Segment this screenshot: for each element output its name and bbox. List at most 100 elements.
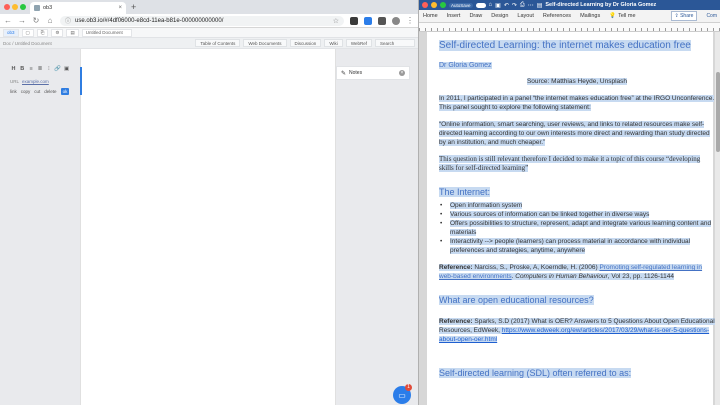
tell-me-label: Tell me [618, 13, 636, 19]
reference-1: Reference: Narciss, S., Proske, A, Koern… [439, 264, 703, 280]
favicon-icon [34, 5, 40, 11]
forward-icon[interactable]: → [18, 16, 26, 25]
link-prefix: URL [10, 79, 20, 84]
image-icon[interactable]: ▣ [63, 65, 70, 73]
document-editor[interactable] [80, 49, 336, 405]
list-item: Various sources of information can be li… [439, 210, 715, 219]
tab-webref[interactable]: WebRef [345, 39, 372, 47]
ob3-logo-button[interactable]: ob3 [3, 28, 19, 37]
tell-me-box[interactable]: 💡 Tell me [609, 13, 635, 19]
close-window-icon[interactable] [4, 4, 10, 10]
document-page[interactable]: Self-directed Learning: the internet mak… [427, 32, 715, 405]
scroll-thumb[interactable] [716, 72, 720, 152]
ob3-workspace: H B ≡ ≣ ⁝ 🔗 ▣ URL example.com link copy … [0, 49, 418, 405]
confirm-button[interactable]: ok [60, 88, 70, 95]
tab-wiki[interactable]: Wiki [324, 39, 343, 47]
search-input[interactable]: Search [375, 39, 415, 47]
list-icon[interactable]: ≣ [37, 65, 44, 73]
align-icon[interactable]: ≡ [28, 65, 35, 73]
doc-tab[interactable]: Untitled Document [81, 28, 132, 37]
ob3-sub-bar: Doc / Untitled Document Table of Content… [0, 38, 418, 49]
address-bar[interactable]: ⓘ use.ob3.io/#/4df06000-e8cd-11ea-b81e-0… [60, 15, 344, 26]
tab-table-of-contents[interactable]: Table of Contents [195, 39, 241, 47]
ob3-toolbar-icon[interactable]: ▤ [66, 28, 79, 37]
word-ribbon-tabs: Home Insert Draw Design Layout Reference… [419, 10, 720, 23]
home-icon[interactable]: ⌂ [489, 2, 493, 8]
minimize-window-icon[interactable] [12, 4, 18, 10]
more-icon[interactable]: ⋯ [528, 2, 534, 9]
comments-button[interactable]: Com [706, 13, 717, 19]
redo-icon[interactable]: ↷ [512, 2, 517, 9]
link-button[interactable]: link [10, 89, 17, 94]
print-icon[interactable]: ⎙ [520, 2, 525, 9]
new-tab-button[interactable]: + [131, 2, 136, 12]
numbered-list-icon[interactable]: ⁝ [45, 65, 52, 73]
notes-label: Notes [349, 70, 363, 76]
tab-web-documents[interactable]: Web Documents [243, 39, 287, 47]
tab-references[interactable]: References [543, 13, 571, 19]
browser-toolbar: ← → ↻ ⌂ ⓘ use.ob3.io/#/4df06000-e8cd-11e… [0, 14, 418, 28]
share-icon: ⇪ [674, 13, 679, 19]
extension-icon[interactable] [378, 16, 386, 25]
ob3-toolbar-icon[interactable]: ⚙ [51, 28, 64, 37]
ob3-toolbar-icon[interactable]: ▢ [21, 28, 34, 37]
extension-icon[interactable] [350, 16, 358, 25]
notes-icon: ✎ [341, 70, 347, 77]
cut-button[interactable]: cut [34, 89, 40, 94]
notes-panel[interactable]: ✎ Notes × [336, 66, 410, 80]
zoom-window-icon[interactable] [20, 4, 26, 10]
close-notes-icon[interactable]: × [399, 70, 405, 76]
list-item: Open information system [439, 201, 715, 210]
text-caret [80, 67, 82, 95]
save-icon[interactable]: ▣ [495, 2, 501, 9]
bold-button[interactable]: B [19, 65, 26, 73]
doc-source: Source: Matthias Heyde, Unsplash [526, 78, 628, 85]
close-tab-icon[interactable]: × [118, 5, 122, 11]
reload-icon[interactable]: ↻ [32, 16, 40, 25]
profile-avatar[interactable] [392, 16, 400, 25]
word-title-bar: AutoSave ⌂ ▣ ↶ ↷ ⎙ ⋯ ▤ Self-directed Lea… [419, 0, 720, 10]
home-icon[interactable]: ⌂ [46, 16, 54, 25]
doc-title: Self-directed Learning: the internet mak… [439, 40, 691, 51]
bookmark-star-icon[interactable]: ☆ [333, 17, 339, 25]
tab-home[interactable]: Home [423, 13, 438, 19]
document-name: Self-directed Learning by Dr Gloria Gome… [545, 2, 657, 8]
delete-button[interactable]: delete [44, 89, 56, 94]
ob3-toolbar-icon[interactable]: ⎘ [36, 28, 49, 37]
tab-layout[interactable]: Layout [517, 13, 534, 19]
link-field[interactable]: example.com [22, 79, 49, 84]
tab-design[interactable]: Design [491, 13, 508, 19]
autosave-toggle[interactable] [475, 2, 486, 8]
tab-insert[interactable]: Insert [447, 13, 461, 19]
document-icon: ▤ [536, 2, 543, 9]
browser-tab-bar: ob3 × + [0, 0, 418, 14]
browser-tab[interactable]: ob3 × [30, 2, 126, 14]
link-icon[interactable]: 🔗 [54, 65, 61, 73]
share-button[interactable]: ⇪ Share [670, 11, 698, 21]
undo-icon[interactable]: ↶ [504, 2, 509, 9]
heading-internet: The Internet: [439, 187, 491, 197]
ruler[interactable] [419, 23, 720, 32]
word-window: AutoSave ⌂ ▣ ↶ ↷ ⎙ ⋯ ▤ Self-directed Lea… [418, 0, 720, 405]
vertical-scrollbar[interactable] [715, 32, 720, 405]
list-item: Interactivity --> people (learners) can … [439, 237, 715, 255]
url-text[interactable]: use.ob3.io/#/4df06000-e8cd-11ea-b81e-000… [75, 18, 329, 24]
close-window-icon[interactable] [422, 2, 428, 8]
minimize-window-icon[interactable] [431, 2, 437, 8]
heading-oer: What are open educational resources? [439, 295, 594, 305]
autosave-label: AutoSave [449, 2, 473, 8]
lightbulb-icon: 💡 [609, 13, 617, 19]
tab-discussion[interactable]: Discussion [289, 39, 322, 47]
back-icon[interactable]: ← [4, 16, 12, 25]
breadcrumb: Doc / Untitled Document [3, 40, 52, 46]
heading-button[interactable]: H [10, 65, 17, 73]
tab-mailings[interactable]: Mailings [580, 13, 600, 19]
extension-icon[interactable] [364, 16, 372, 25]
zoom-window-icon[interactable] [440, 2, 446, 8]
tab-draw[interactable]: Draw [469, 13, 482, 19]
ob3-top-bar: ob3 ▢ ⎘ ⚙ ▤ Untitled Document [0, 28, 418, 38]
copy-button[interactable]: copy [21, 89, 31, 94]
document-content[interactable]: Self-directed Learning: the internet mak… [439, 40, 715, 382]
browser-menu-icon[interactable]: ⋮ [406, 16, 414, 25]
site-info-icon[interactable]: ⓘ [65, 16, 71, 25]
